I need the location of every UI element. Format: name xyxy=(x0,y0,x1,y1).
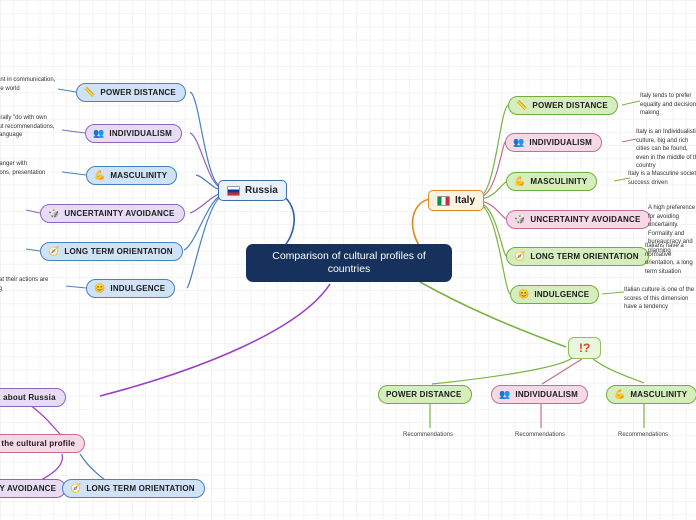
central-node[interactable]: Comparison of cultural profiles of count… xyxy=(246,244,452,282)
russia-dimension-uncertainty-avoidance[interactable]: 🎲 UNCERTAINTY AVOIDANCE xyxy=(40,204,185,223)
russia-dimension-uncertainty-avoidance-label: UNCERTAINTY AVOIDANCE xyxy=(64,209,175,218)
bottom-pill-uncertainty-avoidance-label: AINTY AVOIDANCE xyxy=(0,484,57,493)
flag-italy-icon xyxy=(437,195,450,206)
dice-icon: 🎲 xyxy=(514,214,526,224)
italy-note-power-distance: Italy tends to prefer equality and decis… xyxy=(640,93,696,116)
italy-dimension-individualism-label: INDIVIDUALISM xyxy=(529,138,593,147)
italy-dimension-uncertainty-avoidance[interactable]: 🎲 UNCERTAINTY AVOIDANCE xyxy=(506,210,651,229)
dice-icon: 🎲 xyxy=(48,208,60,218)
russia-note-power-distance: Russians are very distant in communicati… xyxy=(0,77,56,92)
italy-note-long-term-orientation: Italians have a normative orientation, a… xyxy=(645,243,693,275)
italy-dimension-individualism[interactable]: 👥 INDIVIDUALISM xyxy=(505,133,603,152)
branch-italy-label: Italy xyxy=(455,195,476,206)
bottom-indicators-node[interactable]: ators of the cultural profile xyxy=(0,434,86,453)
flag-russia-icon xyxy=(227,185,240,196)
question-item-power-distance[interactable]: POWER DISTANCE xyxy=(378,385,472,404)
italy-note-indulgence: Italian culture is one of the scores of … xyxy=(624,287,695,310)
mindmap-canvas[interactable]: Comparison of cultural profiles of count… xyxy=(0,0,696,520)
recommendation-individualism: Recommendations xyxy=(515,432,566,438)
smiley-icon: 😊 xyxy=(94,283,106,293)
compass-icon: 🧭 xyxy=(514,251,526,261)
italy-dimension-masculinity[interactable]: 💪 MASCULINITY xyxy=(506,172,598,191)
russia-dimension-indulgence[interactable]: 😊 INDULGENCE xyxy=(86,279,176,298)
italy-note-masculinity: Italy is a Masculine society, success dr… xyxy=(628,171,696,186)
russia-dimension-masculinity[interactable]: 💪 MASCULINITY xyxy=(86,166,178,185)
central-node-label: Comparison of cultural profiles of count… xyxy=(272,250,426,275)
branch-italy[interactable]: Italy xyxy=(428,190,485,211)
italy-dimension-indulgence[interactable]: 😊 INDULGENCE xyxy=(510,285,600,304)
russia-dimension-indulgence-label: INDULGENCE xyxy=(110,284,166,293)
bottom-what-you-think-node[interactable]: ou think about Russia xyxy=(0,388,66,407)
bottom-what-you-think-label: ou think about Russia xyxy=(0,393,56,402)
italy-dimension-power-distance[interactable]: 📏 POWER DISTANCE xyxy=(508,96,618,115)
italy-note-individualism: Italy is an Individualistic culture, big… xyxy=(636,129,696,169)
italy-dimension-long-term-orientation-label: LONG TERM ORIENTATION xyxy=(530,252,639,261)
smiley-icon: 😊 xyxy=(518,289,530,299)
italy-dimension-indulgence-label: INDULGENCE xyxy=(534,290,590,299)
branch-russia[interactable]: Russia xyxy=(218,180,287,201)
russia-dimension-power-distance[interactable]: 📏 POWER DISTANCE xyxy=(76,83,186,102)
italy-dimension-power-distance-label: POWER DISTANCE xyxy=(532,101,608,110)
russia-dimension-individualism-label: INDIVIDUALISM xyxy=(109,129,173,138)
question-item-power-distance-label: POWER DISTANCE xyxy=(386,390,462,399)
italy-dimension-masculinity-label: MASCULINITY xyxy=(530,177,588,186)
bottom-pill-long-term-orientation[interactable]: 🧭 LONG TERM ORIENTATION xyxy=(62,479,205,498)
russia-note-masculinity: Russians greeting a stranger with compli… xyxy=(0,161,46,176)
ruler-icon: 📏 xyxy=(516,100,528,110)
question-node[interactable]: !? xyxy=(568,337,602,359)
question-node-label: !? xyxy=(579,341,591,355)
question-item-individualism-label: INDIVIDUALISM xyxy=(515,390,579,399)
people-icon: 👥 xyxy=(499,389,511,399)
people-icon: 👥 xyxy=(93,128,105,138)
italy-dimension-long-term-orientation[interactable]: 🧭 LONG TERM ORIENTATION xyxy=(506,247,649,266)
question-item-masculinity[interactable]: 💪 MASCULINITY xyxy=(606,385,696,404)
ruler-icon: 📏 xyxy=(84,87,96,97)
russia-dimension-long-term-orientation[interactable]: 🧭 LONG TERM ORIENTATION xyxy=(40,242,183,261)
russia-note-individualism: Russians say would literally "do with ow… xyxy=(0,115,55,138)
muscle-icon: 💪 xyxy=(514,176,526,186)
russia-dimension-individualism[interactable]: 👥 INDIVIDUALISM xyxy=(85,124,183,143)
russia-dimension-power-distance-label: POWER DISTANCE xyxy=(100,88,176,97)
russia-dimension-masculinity-label: MASCULINITY xyxy=(110,171,168,180)
people-icon: 👥 xyxy=(513,137,525,147)
bottom-pill-uncertainty-avoidance[interactable]: AINTY AVOIDANCE xyxy=(0,479,67,498)
muscle-icon: 💪 xyxy=(614,389,626,399)
bottom-indicators-label: ators of the cultural profile xyxy=(0,439,76,448)
recommendation-power-distance: Recommendations xyxy=(403,432,454,438)
question-item-individualism[interactable]: 👥 INDIVIDUALISM xyxy=(491,385,589,404)
branch-russia-label: Russia xyxy=(245,185,278,196)
russia-note-indulgence: Russians perception that their actions a… xyxy=(0,277,49,292)
russia-dimension-long-term-orientation-label: LONG TERM ORIENTATION xyxy=(64,247,173,256)
bottom-pill-long-term-orientation-label: LONG TERM ORIENTATION xyxy=(86,484,195,493)
compass-icon: 🧭 xyxy=(70,483,82,493)
recommendation-masculinity: Recommendations xyxy=(618,432,669,438)
question-item-masculinity-label: MASCULINITY xyxy=(630,390,688,399)
compass-icon: 🧭 xyxy=(48,246,60,256)
muscle-icon: 💪 xyxy=(94,170,106,180)
italy-dimension-uncertainty-avoidance-label: UNCERTAINTY AVOIDANCE xyxy=(530,215,641,224)
